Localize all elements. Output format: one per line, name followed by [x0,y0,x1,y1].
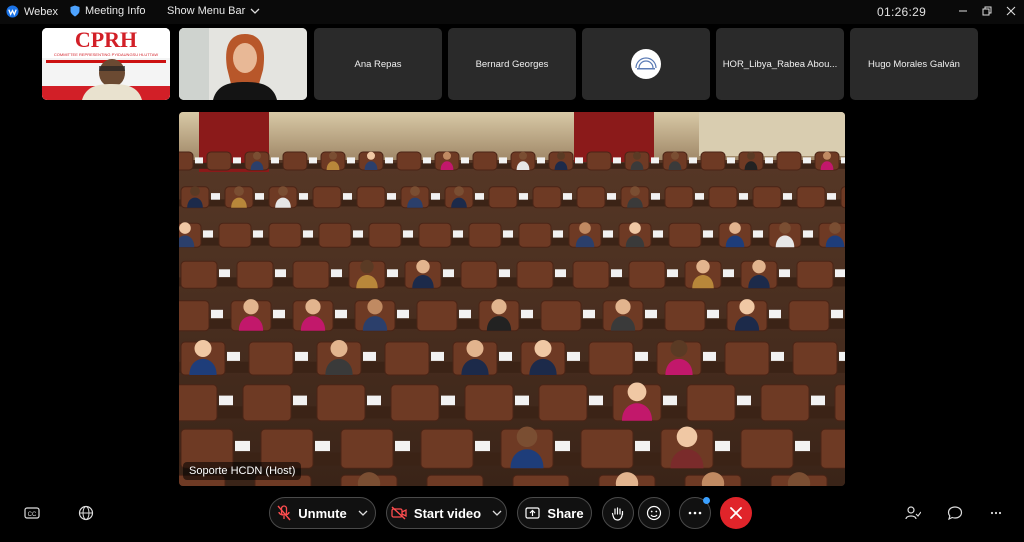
microphone-muted-icon [277,505,291,521]
chevron-down-icon [492,510,502,516]
participant-logo [631,49,661,79]
share-button[interactable]: Share [517,497,592,529]
unmute-options-chevron[interactable] [358,510,368,517]
unmute-button[interactable]: Unmute [269,497,376,529]
chevron-down-icon [250,8,260,14]
participant-name: Bernard Georges [475,58,549,70]
unmute-label: Unmute [298,505,347,521]
raise-hand-icon [611,506,624,521]
close-icon [1006,6,1016,16]
participant-video-woman [179,28,307,100]
participant-tile-hor-libya[interactable]: HOR_Libya_Rabea Abou... [716,28,844,100]
webex-icon [6,5,19,18]
close-icon [730,507,742,519]
title-bar: Webex Meeting Info Show Menu Bar 01:26:2… [0,0,1024,24]
more-panels-button[interactable] [986,503,1006,523]
cprh-acronym: CPRH [75,28,137,52]
organization-logo-icon [635,57,657,70]
app-title: Webex [6,5,58,18]
emoji-icon [646,505,662,521]
raise-hand-button[interactable] [602,497,634,529]
close-button[interactable] [1002,3,1020,19]
share-label: Share [547,505,584,521]
shield-icon [70,5,80,17]
participant-tile-bernard-georges[interactable]: Bernard Georges [448,28,576,100]
start-video-label: Start video [413,505,482,521]
reactions-button[interactable] [638,497,670,529]
meeting-timer: 01:26:29 [877,5,927,19]
camera-off-icon [391,506,407,520]
app-name: Webex [24,5,59,18]
restore-icon [982,6,992,16]
minimize-button[interactable] [954,3,972,19]
cprh-subtitle: COMMITTEE REPRESENTING PYIDAUNGSU HLUTTA… [54,52,158,57]
restore-button[interactable] [978,3,996,19]
participant-name: Ana Repas [354,58,402,70]
participant-name: Hugo Morales Galván [868,58,960,70]
notification-dot [703,497,710,504]
video-options-chevron[interactable] [492,510,502,517]
start-video-button[interactable]: Start video [386,497,507,529]
participant-tile-woman[interactable] [179,28,307,100]
chat-icon [947,506,963,521]
participants-icon [905,506,921,520]
leave-meeting-button[interactable] [720,497,752,529]
active-speaker-video[interactable] [179,112,845,486]
meeting-info-button[interactable]: Meeting Info [70,5,146,17]
participant-name: HOR_Libya_Rabea Abou... [722,58,838,70]
host-label: Soporte HCDN (Host) [183,462,302,480]
more-icon [688,511,702,515]
globe-icon [78,505,94,521]
captions-button[interactable]: CC [22,503,42,523]
share-icon [525,507,541,519]
language-button[interactable] [76,503,96,523]
captions-icon: CC [24,507,40,519]
participant-video-cprh: CPRH COMMITTEE REPRESENTING PYIDAUNGSU H… [42,28,170,100]
more-icon [990,511,1002,515]
participant-tile-hugo-morales[interactable]: Hugo Morales Galván [850,28,978,100]
show-menu-bar-button[interactable]: Show Menu Bar [167,5,260,17]
meeting-info-label: Meeting Info [85,5,146,17]
show-menu-bar-label: Show Menu Bar [167,5,246,17]
chat-button[interactable] [945,503,965,523]
participant-tile-ana-repas[interactable]: Ana Repas [314,28,442,100]
svg-text:CC: CC [28,512,37,518]
chamber-scene [179,112,845,486]
participant-tile-cprh[interactable]: CPRH COMMITTEE REPRESENTING PYIDAUNGSU H… [42,28,170,100]
minimize-icon [959,10,967,12]
chevron-down-icon [358,510,368,516]
participant-tile-logo[interactable] [582,28,710,100]
participants-button[interactable] [903,503,923,523]
